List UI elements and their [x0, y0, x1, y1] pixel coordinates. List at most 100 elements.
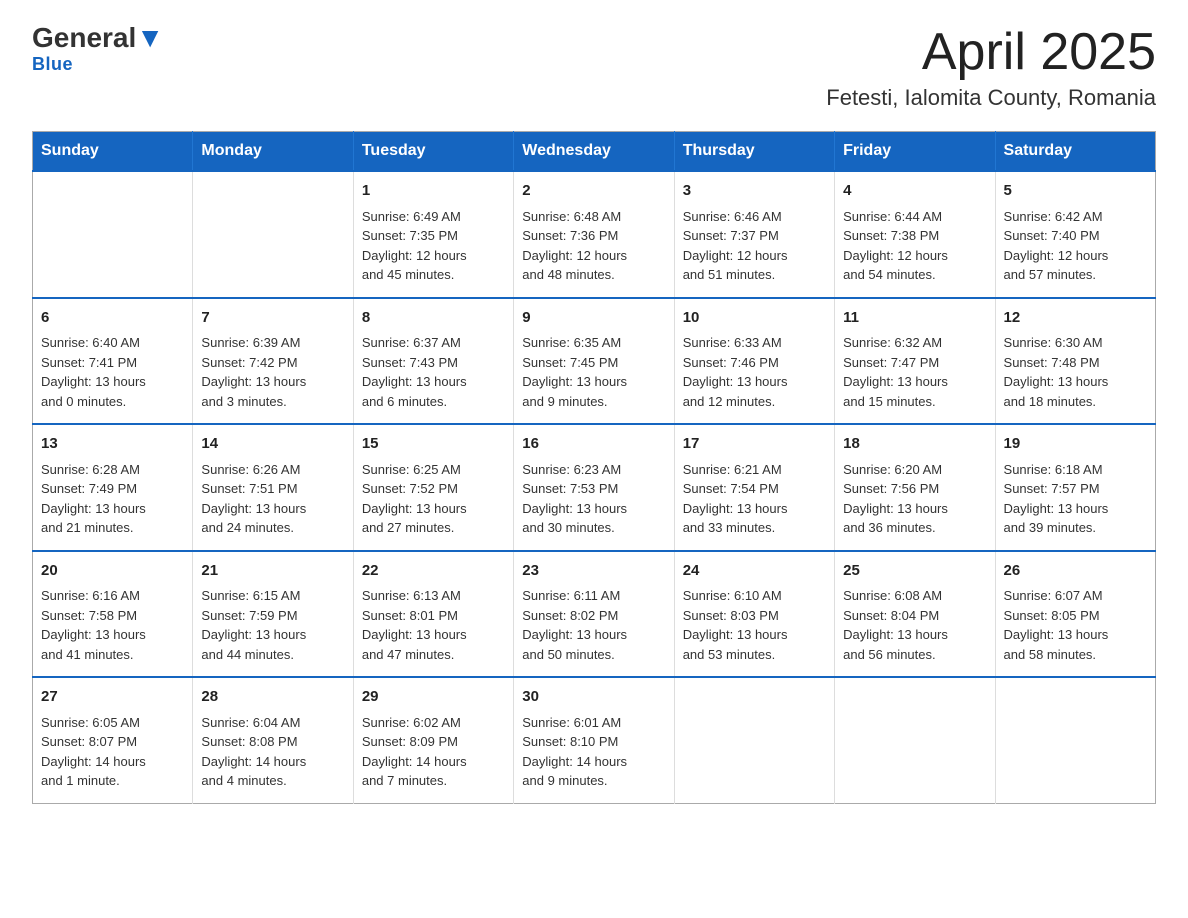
day-info: Sunrise: 6:46 AMSunset: 7:37 PMDaylight:…: [683, 207, 826, 285]
column-header-friday: Friday: [835, 132, 995, 172]
day-info: Sunrise: 6:28 AMSunset: 7:49 PMDaylight:…: [41, 460, 184, 538]
day-number: 21: [201, 560, 344, 583]
calendar-day-cell: 1 Sunrise: 6:49 AMSunset: 7:35 PMDaylight…: [353, 171, 513, 298]
calendar-day-cell: 9 Sunrise: 6:35 AMSunset: 7:45 PMDaylight…: [514, 298, 674, 425]
day-number: 25: [843, 560, 986, 583]
calendar-day-cell: 24 Sunrise: 6:10 AMSunset: 8:03 PMDayligh…: [674, 551, 834, 678]
day-info: Sunrise: 6:20 AMSunset: 7:56 PMDaylight:…: [843, 460, 986, 538]
logo-text: General▼: [32, 24, 164, 52]
day-number: 1: [362, 180, 505, 203]
calendar-table: SundayMondayTuesdayWednesdayThursdayFrid…: [32, 131, 1156, 804]
day-info: Sunrise: 6:26 AMSunset: 7:51 PMDaylight:…: [201, 460, 344, 538]
column-header-monday: Monday: [193, 132, 353, 172]
calendar-day-cell: 19Sunrise: 6:18 AMSunset: 7:57 PMDayligh…: [995, 424, 1155, 551]
page-header: General▼ Blue April 2025 Fetesti, Ialomi…: [32, 24, 1156, 111]
calendar-day-cell: 10 Sunrise: 6:33 AMSunset: 7:46 PMDayligh…: [674, 298, 834, 425]
day-number: 3: [683, 180, 826, 203]
day-info: Sunrise: 6:35 AMSunset: 7:45 PMDaylight:…: [522, 333, 665, 411]
calendar-day-cell: 20Sunrise: 6:16 AMSunset: 7:58 PMDayligh…: [33, 551, 193, 678]
calendar-week-row: 20Sunrise: 6:16 AMSunset: 7:58 PMDayligh…: [33, 551, 1156, 678]
calendar-day-cell: [33, 171, 193, 298]
calendar-day-cell: 15Sunrise: 6:25 AMSunset: 7:52 PMDayligh…: [353, 424, 513, 551]
day-info: Sunrise: 6:33 AMSunset: 7:46 PMDaylight:…: [683, 333, 826, 411]
day-info: Sunrise: 6:39 AMSunset: 7:42 PMDaylight:…: [201, 333, 344, 411]
day-number: 11: [843, 307, 986, 330]
calendar-week-row: 1 Sunrise: 6:49 AMSunset: 7:35 PMDaylight…: [33, 171, 1156, 298]
day-info: Sunrise: 6:15 AMSunset: 7:59 PMDaylight:…: [201, 586, 344, 664]
day-number: 14: [201, 433, 344, 456]
day-info: Sunrise: 6:05 AMSunset: 8:07 PMDaylight:…: [41, 713, 184, 791]
calendar-day-cell: [835, 677, 995, 803]
day-number: 18: [843, 433, 986, 456]
day-number: 10: [683, 307, 826, 330]
day-info: Sunrise: 6:49 AMSunset: 7:35 PMDaylight:…: [362, 207, 505, 285]
calendar-day-cell: 7 Sunrise: 6:39 AMSunset: 7:42 PMDaylight…: [193, 298, 353, 425]
calendar-header-row: SundayMondayTuesdayWednesdayThursdayFrid…: [33, 132, 1156, 172]
calendar-day-cell: 14 Sunrise: 6:26 AMSunset: 7:51 PMDayligh…: [193, 424, 353, 551]
day-number: 30: [522, 686, 665, 709]
calendar-title: April 2025: [826, 24, 1156, 81]
day-info: Sunrise: 6:23 AMSunset: 7:53 PMDaylight:…: [522, 460, 665, 538]
day-info: Sunrise: 6:02 AMSunset: 8:09 PMDaylight:…: [362, 713, 505, 791]
logo-triangle-icon: ▼: [136, 22, 164, 53]
logo-general: General: [32, 22, 136, 53]
calendar-day-cell: 12 Sunrise: 6:30 AMSunset: 7:48 PMDayligh…: [995, 298, 1155, 425]
day-number: 26: [1004, 560, 1147, 583]
day-number: 12: [1004, 307, 1147, 330]
calendar-day-cell: 11 Sunrise: 6:32 AMSunset: 7:47 PMDayligh…: [835, 298, 995, 425]
calendar-day-cell: 16 Sunrise: 6:23 AMSunset: 7:53 PMDayligh…: [514, 424, 674, 551]
day-info: Sunrise: 6:13 AMSunset: 8:01 PMDaylight:…: [362, 586, 505, 664]
calendar-day-cell: 4 Sunrise: 6:44 AMSunset: 7:38 PMDaylight…: [835, 171, 995, 298]
calendar-day-cell: 6 Sunrise: 6:40 AMSunset: 7:41 PMDaylight…: [33, 298, 193, 425]
day-info: Sunrise: 6:40 AMSunset: 7:41 PMDaylight:…: [41, 333, 184, 411]
day-number: 13: [41, 433, 184, 456]
day-info: Sunrise: 6:48 AMSunset: 7:36 PMDaylight:…: [522, 207, 665, 285]
day-info: Sunrise: 6:25 AMSunset: 7:52 PMDaylight:…: [362, 460, 505, 538]
calendar-day-cell: 30 Sunrise: 6:01 AMSunset: 8:10 PMDayligh…: [514, 677, 674, 803]
calendar-day-cell: 26Sunrise: 6:07 AMSunset: 8:05 PMDayligh…: [995, 551, 1155, 678]
calendar-week-row: 13 Sunrise: 6:28 AMSunset: 7:49 PMDayligh…: [33, 424, 1156, 551]
day-number: 16: [522, 433, 665, 456]
day-number: 9: [522, 307, 665, 330]
calendar-day-cell: 5 Sunrise: 6:42 AMSunset: 7:40 PMDaylight…: [995, 171, 1155, 298]
calendar-day-cell: 18 Sunrise: 6:20 AMSunset: 7:56 PMDayligh…: [835, 424, 995, 551]
day-number: 5: [1004, 180, 1147, 203]
column-header-sunday: Sunday: [33, 132, 193, 172]
day-info: Sunrise: 6:32 AMSunset: 7:47 PMDaylight:…: [843, 333, 986, 411]
day-number: 4: [843, 180, 986, 203]
column-header-tuesday: Tuesday: [353, 132, 513, 172]
calendar-day-cell: [674, 677, 834, 803]
day-number: 8: [362, 307, 505, 330]
day-number: 20: [41, 560, 184, 583]
day-info: Sunrise: 6:44 AMSunset: 7:38 PMDaylight:…: [843, 207, 986, 285]
day-number: 27: [41, 686, 184, 709]
day-info: Sunrise: 6:30 AMSunset: 7:48 PMDaylight:…: [1004, 333, 1147, 411]
title-block: April 2025 Fetesti, Ialomita County, Rom…: [826, 24, 1156, 111]
day-number: 2: [522, 180, 665, 203]
logo: General▼ Blue: [32, 24, 164, 75]
calendar-subtitle: Fetesti, Ialomita County, Romania: [826, 85, 1156, 111]
day-info: Sunrise: 6:21 AMSunset: 7:54 PMDaylight:…: [683, 460, 826, 538]
day-info: Sunrise: 6:42 AMSunset: 7:40 PMDaylight:…: [1004, 207, 1147, 285]
calendar-day-cell: 23 Sunrise: 6:11 AMSunset: 8:02 PMDayligh…: [514, 551, 674, 678]
day-number: 29: [362, 686, 505, 709]
calendar-day-cell: 29 Sunrise: 6:02 AMSunset: 8:09 PMDayligh…: [353, 677, 513, 803]
calendar-day-cell: [193, 171, 353, 298]
day-info: Sunrise: 6:08 AMSunset: 8:04 PMDaylight:…: [843, 586, 986, 664]
day-number: 28: [201, 686, 344, 709]
day-number: 24: [683, 560, 826, 583]
day-number: 23: [522, 560, 665, 583]
column-header-saturday: Saturday: [995, 132, 1155, 172]
day-info: Sunrise: 6:01 AMSunset: 8:10 PMDaylight:…: [522, 713, 665, 791]
column-header-wednesday: Wednesday: [514, 132, 674, 172]
calendar-week-row: 27 Sunrise: 6:05 AMSunset: 8:07 PMDayligh…: [33, 677, 1156, 803]
day-number: 6: [41, 307, 184, 330]
calendar-day-cell: 22Sunrise: 6:13 AMSunset: 8:01 PMDayligh…: [353, 551, 513, 678]
day-info: Sunrise: 6:10 AMSunset: 8:03 PMDaylight:…: [683, 586, 826, 664]
day-info: Sunrise: 6:11 AMSunset: 8:02 PMDaylight:…: [522, 586, 665, 664]
day-number: 7: [201, 307, 344, 330]
day-info: Sunrise: 6:18 AMSunset: 7:57 PMDaylight:…: [1004, 460, 1147, 538]
calendar-day-cell: [995, 677, 1155, 803]
calendar-day-cell: 21 Sunrise: 6:15 AMSunset: 7:59 PMDayligh…: [193, 551, 353, 678]
calendar-day-cell: 28Sunrise: 6:04 AMSunset: 8:08 PMDayligh…: [193, 677, 353, 803]
